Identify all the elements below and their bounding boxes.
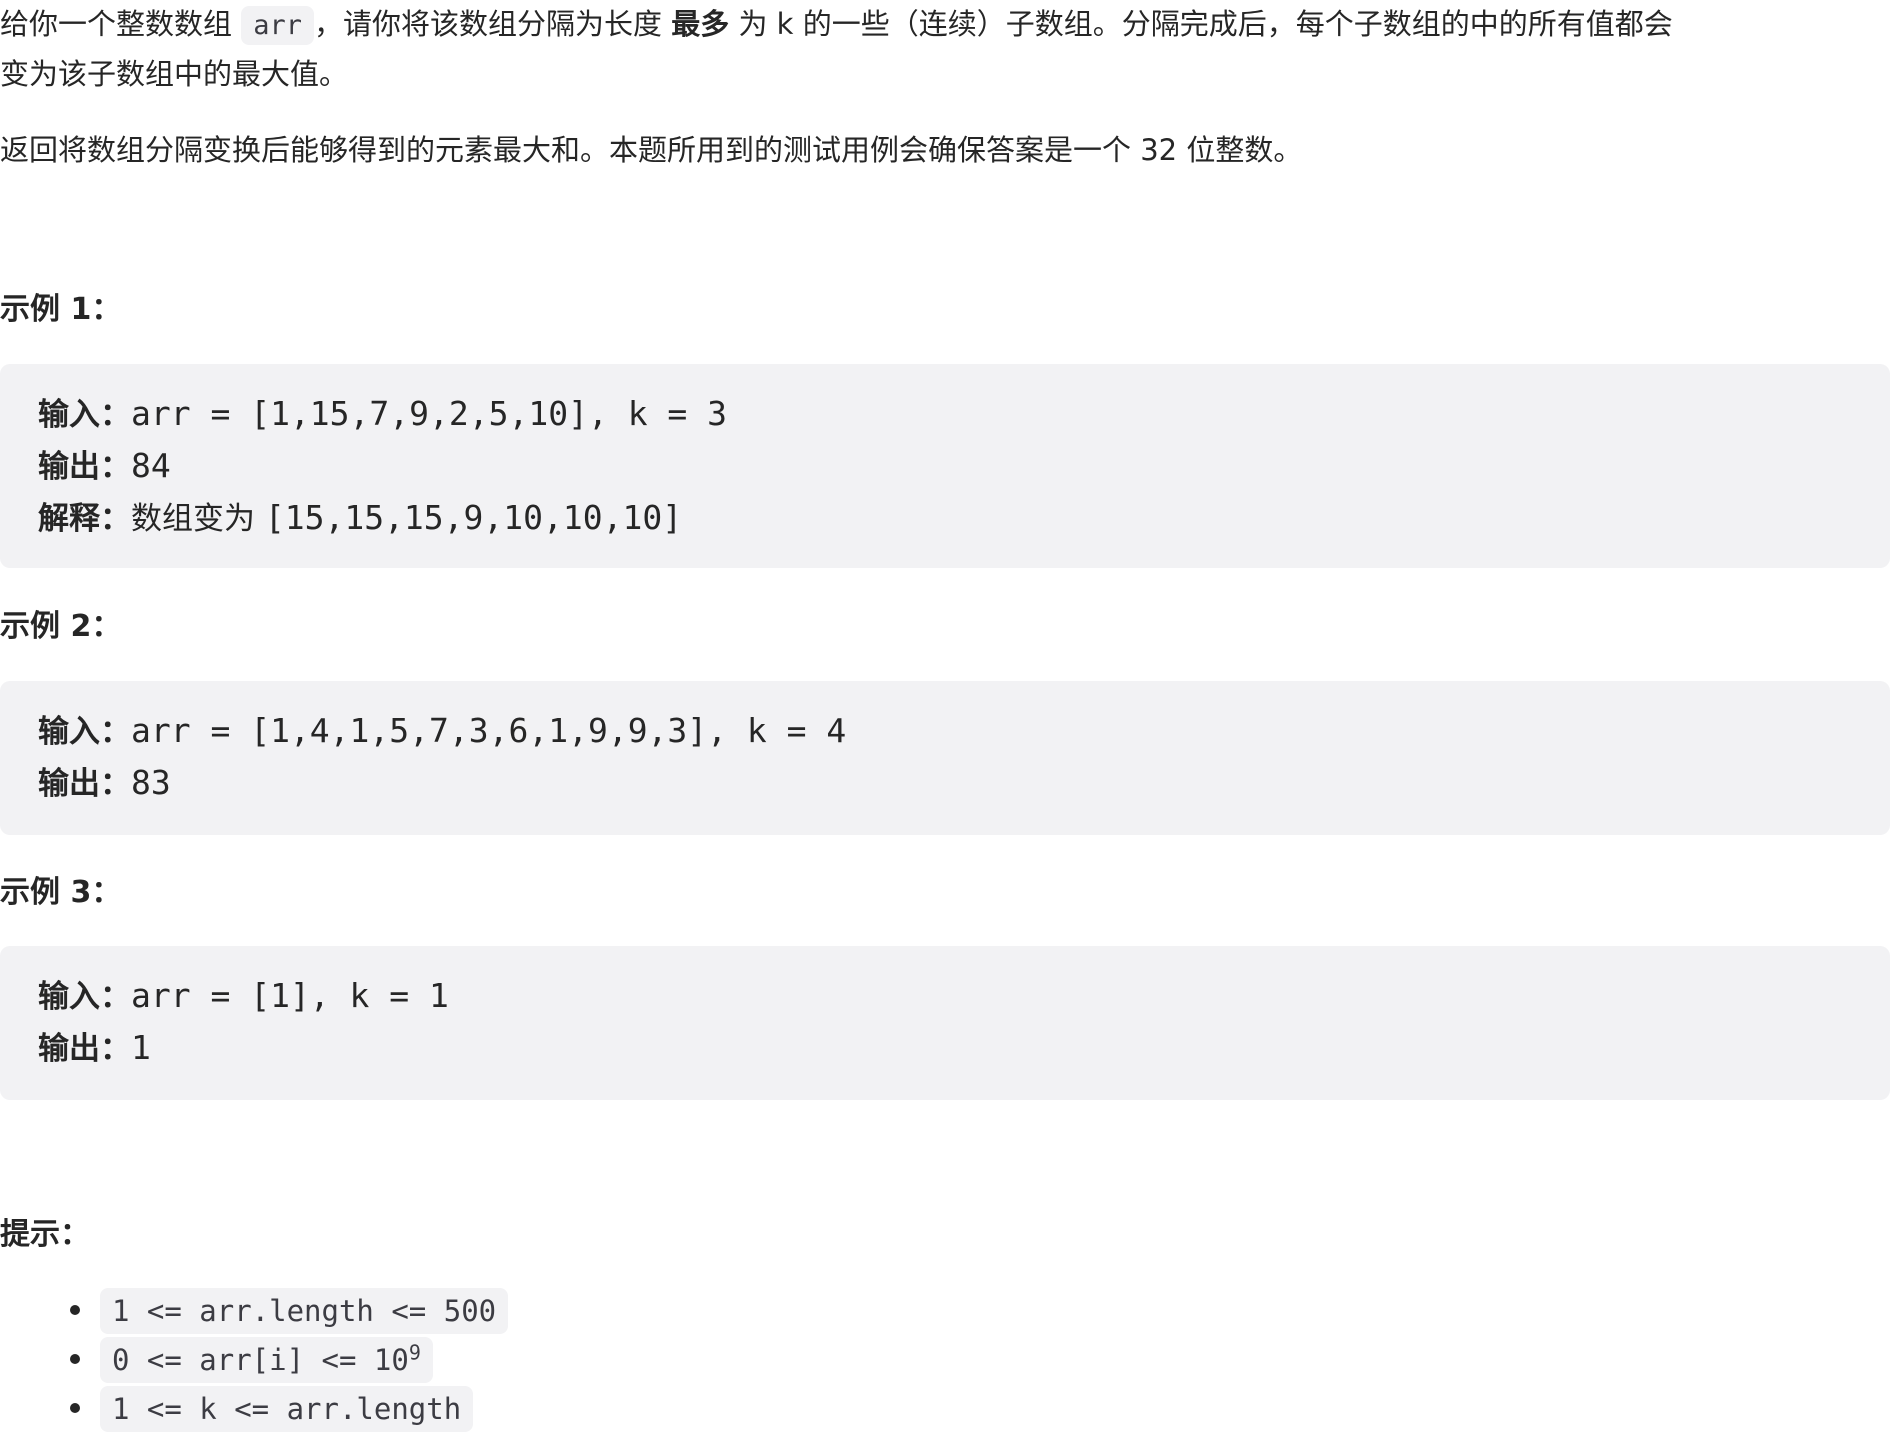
desc-text: 为 k 的一些（连续）子数组。分隔完成后，每个子数组的中的所有值都会 [729,7,1673,41]
input-label: 输入： [38,714,131,750]
output-value: 83 [131,763,171,802]
example-2-input: 输入：arr = [1,4,1,5,7,3,6,1,9,9,3], k = 4 [38,709,846,754]
output-label: 输出： [38,449,131,485]
example-2-output: 输出：83 [38,761,171,806]
desc-text: 给你一个整数数组 [0,7,242,41]
constraint-base: 0 <= arr[i] <= 10 [112,1343,409,1377]
example-3-input: 输入：arr = [1], k = 1 [38,974,449,1019]
desc-bold-text: 最多 [671,7,730,41]
input-value: arr = [1,15,7,9,2,5,10], k = 3 [131,394,728,433]
description-paragraph-2: 返回将数组分隔变换后能够得到的元素最大和。本题所用到的测试用例会确保答案是一个 … [0,133,1303,167]
inline-code-arr: arr [241,6,314,45]
input-label: 输入： [38,979,131,1015]
explain-label: 解释： [38,501,131,537]
example-3-heading: 示例 3： [0,875,122,910]
input-label: 输入： [38,397,131,433]
example-2-heading: 示例 2： [0,609,122,644]
output-label: 输出： [38,766,131,802]
example-3-output: 输出：1 [38,1026,151,1071]
example-3-block: 输入：arr = [1], k = 1 输出：1 [0,946,1890,1100]
input-value: arr = [1], k = 1 [131,976,449,1015]
example-1-output: 输出：84 [38,444,171,489]
explain-text: 数组变为 [131,501,265,537]
example-1-block: 输入：arr = [1,15,7,9,2,5,10], k = 3 输出：84 … [0,364,1890,568]
output-value: 1 [131,1028,151,1067]
example-1-input: 输入：arr = [1,15,7,9,2,5,10], k = 3 [38,392,727,437]
constraint-code: 0 <= arr[i] <= 109 [100,1337,433,1383]
output-value: 84 [131,446,171,485]
example-1-heading: 示例 1： [0,292,122,327]
constraints-heading: 提示： [0,1217,90,1252]
constraint-code: 1 <= arr.length <= 500 [100,1288,509,1334]
constraint-code: 1 <= k <= arr.length [100,1386,474,1432]
bullet-icon [70,1354,80,1364]
description-paragraph-1: 给你一个整数数组 arr ，请你将该数组分隔为长度 最多 为 k 的一些（连续）子… [0,0,1870,99]
input-value: arr = [1,4,1,5,7,3,6,1,9,9,3], k = 4 [131,711,847,750]
bullet-icon [70,1305,80,1315]
example-2-block: 输入：arr = [1,4,1,5,7,3,6,1,9,9,3], k = 4 … [0,681,1890,835]
explain-value: [15,15,15,9,10,10,10] [264,498,683,537]
desc-text: ，请你将该数组分隔为长度 [314,7,672,41]
output-label: 输出： [38,1031,131,1067]
desc-text: 变为该子数组中的最大值。 [0,57,349,91]
bullet-icon [70,1403,80,1413]
example-1-explanation: 解释：数组变为 [15,15,15,9,10,10,10] [38,496,682,541]
constraint-exponent: 9 [408,1340,421,1365]
